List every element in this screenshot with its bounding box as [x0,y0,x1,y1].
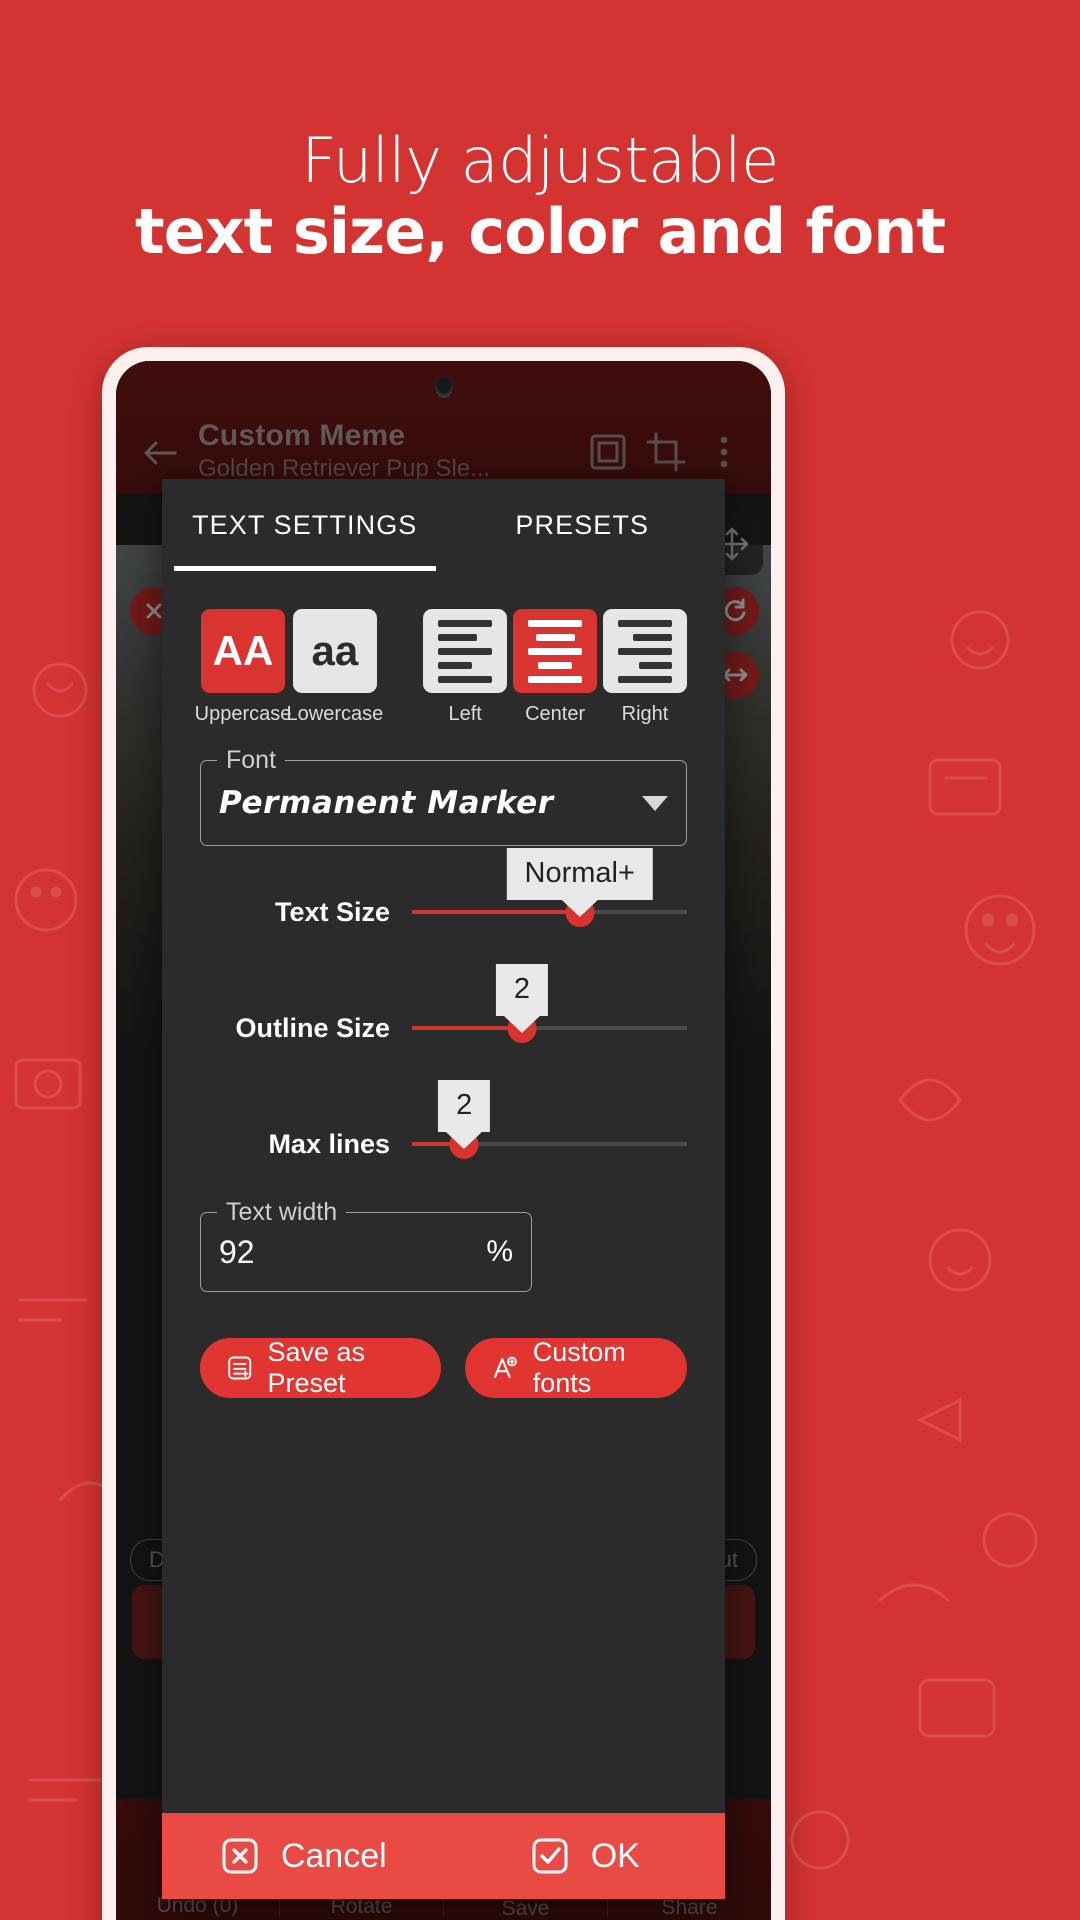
align-center-box [513,609,598,693]
uppercase-glyph: AA [201,609,285,693]
max-lines-label: Max lines [268,1128,390,1159]
text-size-slider[interactable]: Normal+ [412,848,687,940]
lowercase-caption: Lowercase [286,703,384,725]
slider-group: Text Size Normal+ Outline Size 2 Max lin… [200,848,687,1172]
text-settings-dialog: TEXT SETTINGS PRESETS AA Uppercase aa Lo… [162,479,725,1899]
cancel-label: Cancel [280,1836,387,1875]
outline-size-value-bubble: 2 [495,964,549,1016]
align-left-box [423,609,508,693]
align-left-caption: Left [448,703,482,725]
text-width-input[interactable]: Text width 92 % [200,1198,532,1292]
uppercase-option[interactable]: AA Uppercase [195,609,291,726]
tab-text-settings-label: TEXT SETTINGS [192,509,418,540]
tab-presets-label: PRESETS [515,509,650,540]
font-select[interactable]: Font Permanent Marker [200,746,687,846]
text-width-legend: Text width [217,1198,347,1227]
ok-label: OK [590,1836,640,1875]
custom-fonts-label: Custom fonts [532,1337,626,1398]
chevron-down-icon [642,795,668,811]
align-left-option[interactable]: Left [423,609,508,726]
uppercase-caption: Uppercase [194,703,292,725]
tab-presets[interactable]: PRESETS [444,479,722,571]
save-as-preset-label: Save as Preset [267,1337,366,1398]
dialog-action-row: Save as Preset Custom fonts [200,1337,687,1398]
headline-line-1: Fully adjustable [301,124,779,197]
font-select-legend: Font [217,746,286,775]
align-center-caption: Center [525,703,586,725]
max-lines-slider[interactable]: 2 [412,1080,687,1172]
save-as-preset-button[interactable]: Save as Preset [200,1337,442,1398]
cancel-icon [222,1838,258,1874]
font-select-value: Permanent Marker [219,785,554,821]
tab-text-settings[interactable]: TEXT SETTINGS [166,479,444,571]
text-size-label: Text Size [274,896,390,927]
outline-size-label: Outline Size [235,1012,390,1043]
align-center-icon [528,619,583,683]
align-right-icon [618,619,672,683]
cancel-button[interactable]: Cancel [162,1835,444,1877]
phone-frame: Custom Meme Golden Retriever Pup Sle... [102,347,785,1920]
dialog-body: AA Uppercase aa Lowercase Left Center Ri… [162,571,725,1813]
promo-headline: Fully adjustable text size, color and fo… [0,128,1080,271]
custom-fonts-button[interactable]: Custom fonts [465,1337,687,1398]
format-button-row: AA Uppercase aa Lowercase Left Center Ri… [195,609,687,726]
headline-line-2: text size, color and font [135,195,946,269]
front-camera-icon [435,377,452,398]
lowercase-glyph: aa [292,609,377,693]
outline-size-slider[interactable]: 2 [412,964,687,1056]
text-size-slider-row: Text Size Normal+ [200,848,687,940]
dialog-footer: Cancel OK [162,1813,725,1899]
dialog-tabs: TEXT SETTINGS PRESETS [162,479,725,571]
align-right-caption: Right [621,703,669,725]
text-size-value-bubble: Normal+ [506,848,653,900]
ok-button[interactable]: OK [444,1835,726,1877]
max-lines-slider-row: Max lines 2 [200,1080,687,1172]
text-width-value: 92 [219,1233,255,1270]
check-icon [532,1838,568,1874]
align-right-option[interactable]: Right [603,609,687,726]
max-lines-value-bubble: 2 [438,1080,491,1132]
align-center-option[interactable]: Center [513,609,598,726]
slider-fill [412,910,580,914]
align-right-box [603,609,687,693]
text-width-unit: % [486,1235,513,1268]
outline-size-slider-row: Outline Size 2 [200,964,687,1056]
lowercase-option[interactable]: aa Lowercase [287,609,383,726]
phone-screen: Custom Meme Golden Retriever Pup Sle... [116,361,771,1920]
align-left-icon [438,619,493,683]
font-add-icon [494,1356,518,1378]
preset-save-icon [228,1356,252,1380]
